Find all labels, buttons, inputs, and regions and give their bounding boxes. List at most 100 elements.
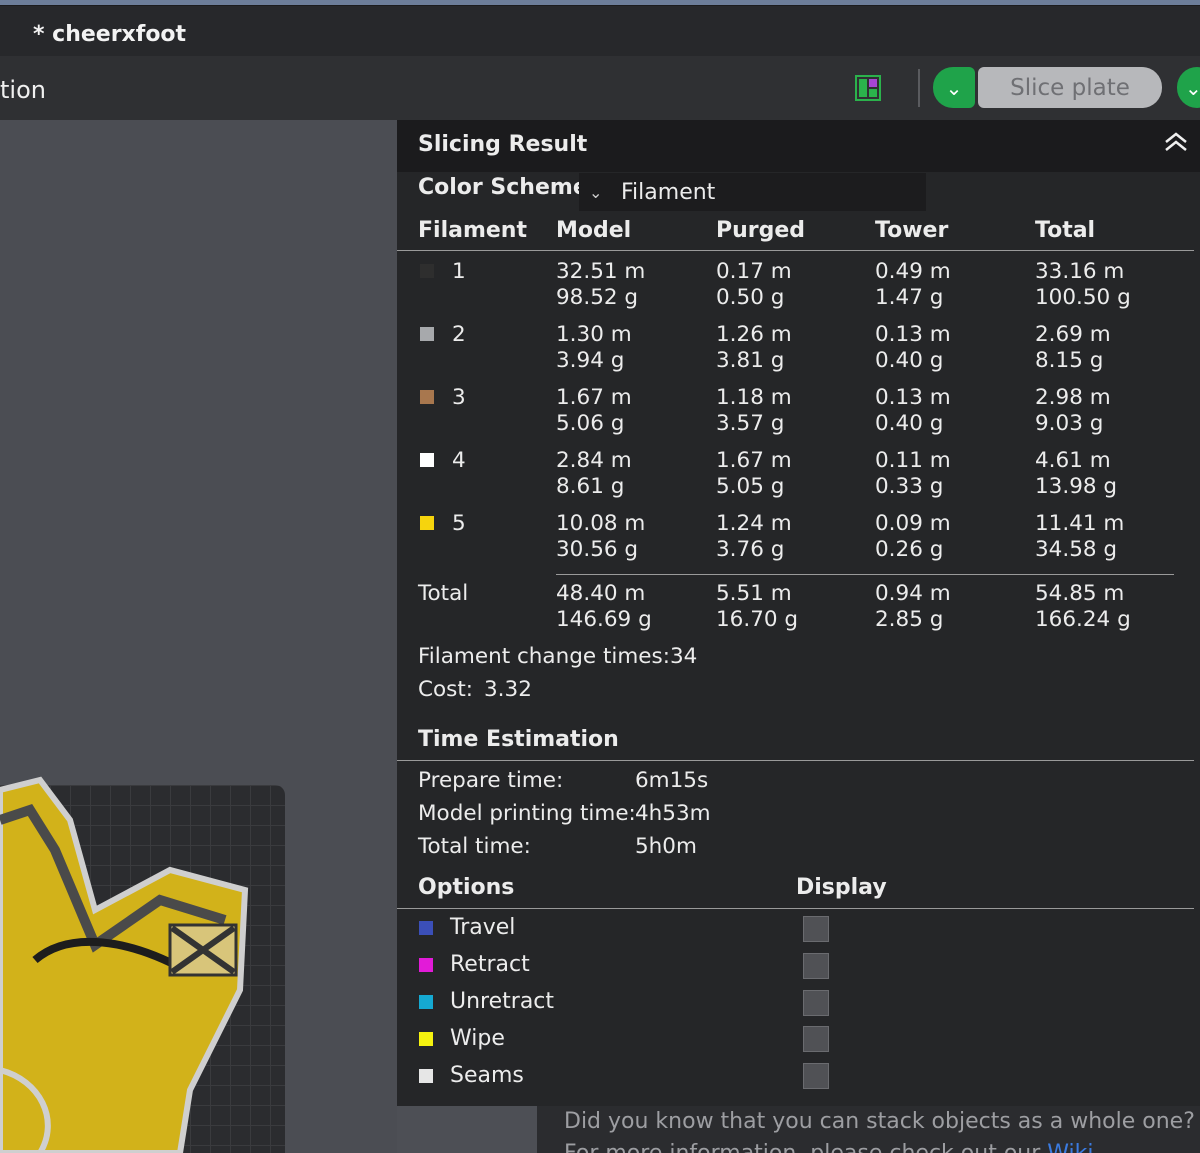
purged-length: 1.24 m — [716, 511, 792, 536]
tower-weight: 0.40 g — [875, 411, 944, 436]
tip-text: Did you know that you can stack objects … — [564, 1109, 1195, 1134]
options-divider — [397, 908, 1194, 909]
model-length: 48.40 m — [556, 581, 646, 606]
model-preview — [0, 776, 249, 1153]
total-weight: 8.15 g — [1035, 348, 1104, 373]
prepare-time-value: 6m15s — [635, 768, 709, 793]
tip-text-more: For more information, please check out o… — [564, 1141, 1040, 1153]
total-row-label: Total — [418, 581, 469, 606]
total-length: 11.41 m — [1035, 511, 1125, 536]
color-scheme-label: Color Scheme — [418, 175, 588, 200]
option-color-swatch — [419, 1032, 433, 1046]
collapse-icon[interactable] — [1164, 132, 1188, 152]
document-title: * cheerxfoot — [33, 22, 187, 47]
option-color-swatch — [419, 921, 433, 935]
model-length: 10.08 m — [556, 511, 646, 536]
total-divider — [556, 574, 1174, 575]
prepare-time-label: Prepare time: — [418, 768, 564, 793]
total-length: 2.98 m — [1035, 385, 1111, 410]
model-length: 32.51 m — [556, 259, 646, 284]
model-weight: 98.52 g — [556, 285, 639, 310]
filament-color-swatch — [420, 327, 434, 341]
purged-length: 1.67 m — [716, 448, 792, 473]
purged-weight: 3.81 g — [716, 348, 785, 373]
tower-weight: 0.26 g — [875, 537, 944, 562]
tab-label-fragment[interactable]: tion — [0, 76, 46, 104]
color-scheme-select[interactable]: ⌄ Filament — [579, 173, 926, 211]
filament-change-value: 34 — [670, 644, 698, 669]
tower-length: 0.09 m — [875, 511, 951, 536]
tower-weight: 1.47 g — [875, 285, 944, 310]
header-tower: Tower — [875, 218, 949, 243]
options-header: Options — [418, 875, 515, 900]
total-weight: 13.98 g — [1035, 474, 1118, 499]
option-label: Travel — [450, 915, 516, 940]
cost-label: Cost: — [418, 677, 474, 702]
display-checkbox[interactable] — [803, 916, 829, 942]
model-time-value: 4h53m — [635, 801, 711, 826]
display-checkbox[interactable] — [803, 1063, 829, 1089]
slice-plate-button[interactable]: Slice plate — [978, 67, 1162, 108]
display-header: Display — [796, 875, 887, 900]
model-time-label: Model printing time: — [418, 801, 636, 826]
model-weight: 8.61 g — [556, 474, 625, 499]
color-scheme-value: Filament — [621, 179, 716, 205]
purged-length: 5.51 m — [716, 581, 792, 606]
chevron-down-icon: ⌄ — [945, 75, 963, 100]
display-checkbox[interactable] — [803, 953, 829, 979]
filament-color-swatch — [420, 264, 434, 278]
purged-length: 1.26 m — [716, 322, 792, 347]
time-estimation-title: Time Estimation — [418, 727, 619, 752]
tower-weight: 2.85 g — [875, 607, 944, 632]
option-color-swatch — [419, 995, 433, 1009]
panel-header: Slicing Result — [397, 120, 1200, 172]
model-length: 1.67 m — [556, 385, 632, 410]
title-bar: * cheerxfoot — [0, 6, 1200, 56]
tower-length: 0.49 m — [875, 259, 951, 284]
filament-id: 2 — [452, 322, 466, 347]
tower-weight: 0.33 g — [875, 474, 944, 499]
filament-id: 1 — [452, 259, 466, 284]
filament-color-swatch — [420, 453, 434, 467]
tower-length: 0.11 m — [875, 448, 951, 473]
filament-id: 4 — [452, 448, 466, 473]
purged-weight: 3.57 g — [716, 411, 785, 436]
purged-weight: 0.50 g — [716, 285, 785, 310]
model-weight: 146.69 g — [556, 607, 652, 632]
total-time-label: Total time: — [418, 834, 531, 859]
option-label: Wipe — [450, 1026, 505, 1051]
total-weight: 166.24 g — [1035, 607, 1131, 632]
tower-length: 0.94 m — [875, 581, 951, 606]
display-checkbox[interactable] — [803, 1026, 829, 1052]
cost-value: 3.32 — [484, 677, 532, 702]
filament-id: 5 — [452, 511, 466, 536]
tower-weight: 0.40 g — [875, 348, 944, 373]
wiki-link[interactable]: Wiki — [1047, 1141, 1093, 1153]
header-divider — [397, 250, 1194, 251]
total-length: 54.85 m — [1035, 581, 1125, 606]
slice-dropdown-button[interactable]: ⌄ — [933, 67, 975, 108]
total-weight: 100.50 g — [1035, 285, 1131, 310]
slicing-result-panel: Slicing Result Color Scheme ⌄ Filament F… — [397, 120, 1200, 1106]
total-length: 2.69 m — [1035, 322, 1111, 347]
purged-weight: 16.70 g — [716, 607, 799, 632]
model-weight: 3.94 g — [556, 348, 625, 373]
header-filament: Filament — [418, 218, 527, 243]
chevron-down-icon: ⌄ — [1185, 75, 1200, 100]
total-time-value: 5h0m — [635, 834, 697, 859]
header-purged: Purged — [716, 218, 806, 243]
display-checkbox[interactable] — [803, 990, 829, 1016]
filament-color-swatch — [420, 516, 434, 530]
purged-length: 0.17 m — [716, 259, 792, 284]
chevron-down-icon: ⌄ — [589, 182, 603, 202]
purged-length: 1.18 m — [716, 385, 792, 410]
option-label: Retract — [450, 952, 530, 977]
layout-icon[interactable] — [855, 75, 881, 101]
model-length: 2.84 m — [556, 448, 632, 473]
option-label: Seams — [450, 1063, 524, 1088]
3d-viewport[interactable] — [0, 120, 397, 1153]
filament-change-label: Filament change times: — [418, 644, 670, 669]
tower-length: 0.13 m — [875, 322, 951, 347]
model-weight: 30.56 g — [556, 537, 639, 562]
model-weight: 5.06 g — [556, 411, 625, 436]
